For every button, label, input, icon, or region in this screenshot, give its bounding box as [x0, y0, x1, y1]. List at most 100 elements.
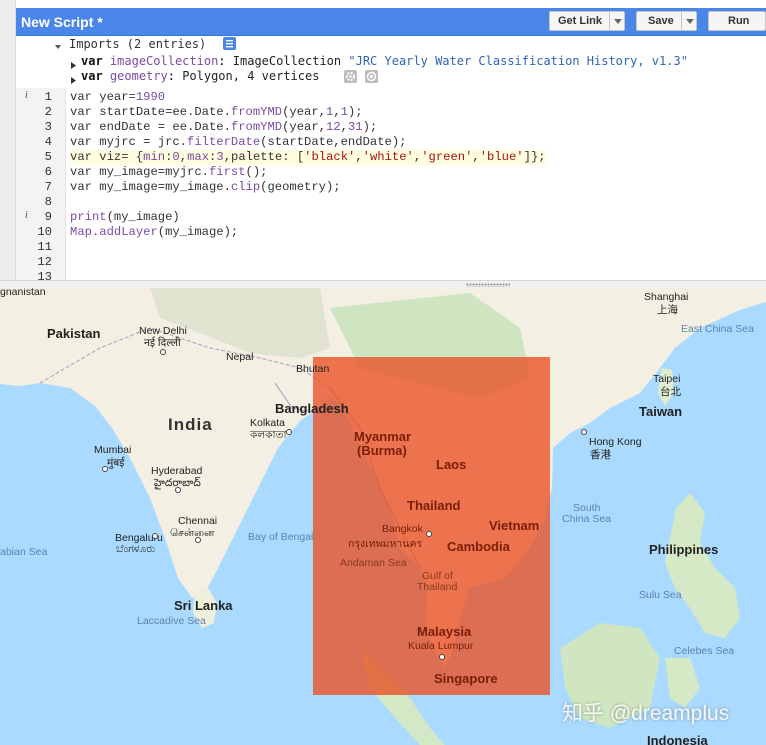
import-keyword: var	[81, 54, 103, 68]
get-link-dropdown-icon[interactable]	[609, 12, 624, 30]
code-token: ,palette: [	[223, 150, 305, 164]
editor-map-resize-handle[interactable]	[0, 280, 766, 288]
code-token: first	[208, 165, 246, 179]
code-token: ,	[333, 105, 341, 119]
label-mumbai: Mumbai	[94, 444, 132, 456]
label-chennai: Chennai	[178, 515, 218, 527]
code-token: 0	[172, 150, 180, 164]
label-singapore: Singapore	[434, 671, 498, 686]
city-marker-bangkok[interactable]	[426, 531, 432, 537]
city-marker-hyderabad[interactable]	[175, 487, 181, 493]
code-token: 'green'	[421, 150, 473, 164]
line-number: 1	[44, 90, 52, 104]
label-laos: Laos	[436, 457, 467, 472]
code-token: ,	[340, 120, 348, 134]
code-token: var my_image=myjrc.	[70, 165, 209, 179]
label-burma: (Burma)	[357, 443, 407, 458]
geometry-settings-gear-icon[interactable]	[344, 70, 357, 83]
code-line-2[interactable]: var startDate=ee.Date.fromYMD(year,1,1);	[70, 105, 363, 120]
label-bangladesh: Bangladesh	[275, 401, 349, 416]
code-token: max	[187, 150, 210, 164]
label-nepal: Nepal	[226, 351, 254, 363]
label-bay-of-bengal: Bay of Bengal	[248, 531, 314, 543]
import-keyword: var	[81, 69, 103, 83]
code-token: (my_image)	[106, 210, 180, 224]
code-token: var my_image=my_image.	[70, 180, 231, 194]
line-number: 7	[44, 180, 52, 194]
label-malaysia: Malaysia	[417, 624, 472, 639]
city-marker-kuala-lumpur[interactable]	[439, 654, 445, 660]
code-token: filterDate	[187, 135, 261, 149]
code-token: clip	[230, 180, 261, 194]
label-sulu-sea: Sulu Sea	[639, 589, 682, 601]
code-token: (year,	[282, 105, 326, 119]
code-token: ,	[472, 150, 480, 164]
code-token: fromYMD	[230, 105, 283, 119]
show-imports-script-icon[interactable]	[223, 37, 236, 50]
label-kuala-lumpur: Kuala Lumpur	[408, 640, 474, 652]
line-number: 8	[44, 195, 52, 209]
imports-header: Imports (2 entries)	[69, 37, 207, 51]
code-token: 'blue'	[479, 150, 524, 164]
label-myanmar: Myanmar	[354, 429, 412, 444]
import-entry-geometry[interactable]: var geometry: Polygon, 4 vertices	[81, 69, 319, 83]
map-canvas[interactable]: Myanmar (Burma) Laos Thailand Bangkok กร…	[0, 288, 766, 745]
resize-grip-icon[interactable]	[466, 283, 510, 287]
code-token: print	[70, 210, 107, 224]
import-type: Polygon, 4 vertices	[182, 69, 320, 83]
save-button[interactable]: Save	[636, 11, 697, 31]
import-colon: :	[167, 69, 175, 83]
code-line-10[interactable]: Map.addLayer(my_image);	[70, 225, 238, 240]
code-line-3[interactable]: var endDate = ee.Date.fromYMD(year,12,31…	[70, 120, 377, 135]
code-line-7[interactable]: var my_image=my_image.clip(geometry);	[70, 180, 341, 195]
label-chennai-native: சென்னை	[170, 527, 215, 539]
line-number: 12	[37, 255, 52, 269]
import-entry-imagecollection[interactable]: var imageCollection: ImageCollection "JR…	[81, 54, 688, 68]
code-token: (my_image);	[157, 225, 239, 239]
import-name: geometry	[109, 69, 168, 83]
label-afghanistan-partial: gnanistan	[0, 288, 46, 298]
import-type: ImageCollection	[232, 54, 342, 68]
get-link-label: Get Link	[558, 15, 603, 27]
run-button[interactable]: Run	[708, 11, 766, 31]
city-marker-kolkata[interactable]	[286, 429, 292, 435]
script-title: New Script *	[21, 14, 103, 30]
city-marker-hong-kong[interactable]	[581, 429, 587, 435]
code-token: ,	[179, 150, 188, 164]
code-token: addLayer	[99, 225, 158, 239]
city-marker-bengaluru[interactable]	[152, 533, 158, 539]
label-taiwan: Taiwan	[639, 404, 683, 419]
code-token: (startDate,endDate);	[260, 135, 407, 149]
imports-block: Imports (2 entries) var imageCollection:…	[16, 36, 766, 88]
code-token: var myjrc = jrc.	[70, 135, 188, 149]
city-marker-mumbai[interactable]	[102, 466, 108, 472]
code-line-6[interactable]: var my_image=myjrc.first();	[70, 165, 268, 180]
code-line-1[interactable]: var year=1990	[70, 90, 165, 105]
label-thailand: Thailand	[407, 498, 461, 513]
code-token: (geometry);	[260, 180, 341, 194]
code-token: 1990	[135, 90, 166, 104]
code-token: var viz= {	[70, 150, 144, 164]
code-token: var startDate=ee.Date.	[70, 105, 231, 119]
import-value: "JRC Yearly Water Classification History…	[348, 54, 688, 68]
code-line-4[interactable]: var myjrc = jrc.filterDate(startDate,end…	[70, 135, 406, 150]
line-number: 5	[44, 150, 52, 164]
code-token: 'white'	[362, 150, 414, 164]
line-number: 13	[37, 270, 52, 280]
code-line-5[interactable]: var viz= {min:0,max:3,palette: ['black',…	[70, 150, 546, 165]
city-marker-chennai[interactable]	[195, 537, 201, 543]
geometry-visibility-icon[interactable]	[365, 70, 378, 83]
import-colon: :	[218, 54, 226, 68]
save-dropdown-icon[interactable]	[681, 12, 696, 30]
label-shanghai-native: 上海	[657, 304, 678, 316]
get-link-button[interactable]: Get Link	[549, 11, 625, 31]
code-token: );	[347, 105, 363, 119]
label-gulf-thailand: Thailand	[417, 581, 458, 593]
code-area[interactable]: Imports (2 entries) var imageCollection:…	[16, 36, 766, 280]
city-marker-new-delhi[interactable]	[160, 349, 166, 355]
code-line-9[interactable]: print(my_image)	[70, 210, 180, 225]
label-bengaluru-native: ಬೆಂಗಳೂರು	[116, 543, 156, 555]
expand-entry-icon[interactable]	[70, 72, 77, 90]
code-token: 12	[326, 120, 341, 134]
collapse-imports-icon[interactable]	[54, 38, 62, 49]
